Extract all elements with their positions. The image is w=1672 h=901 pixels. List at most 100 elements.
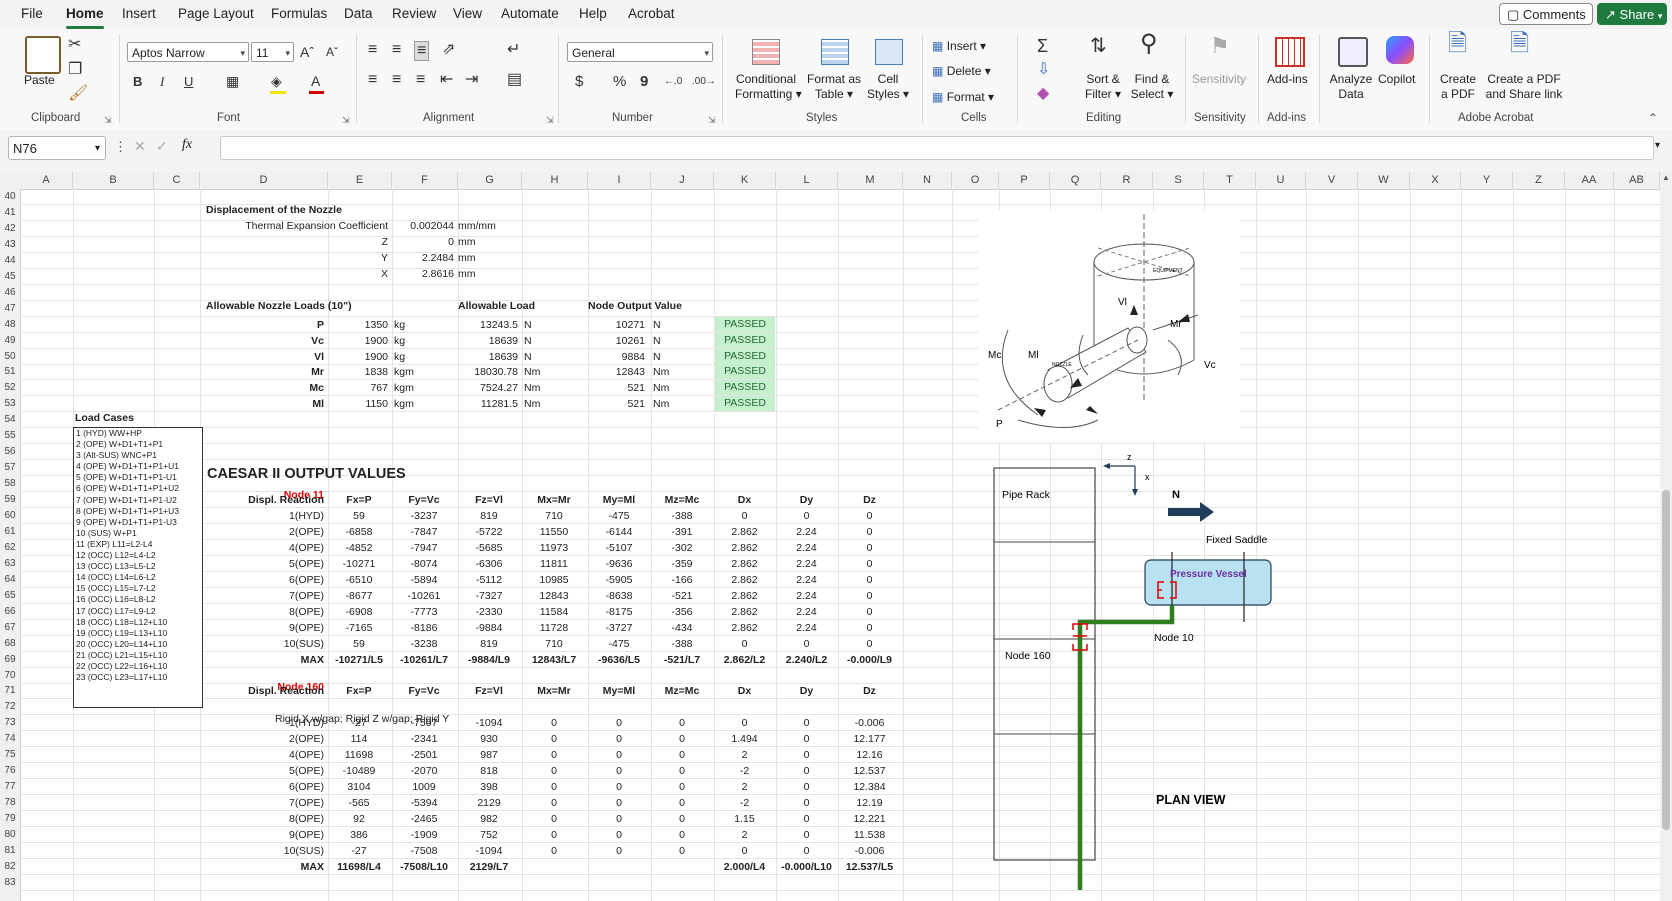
table-cell[interactable]: 2129 bbox=[458, 796, 520, 810]
allowable-title[interactable]: Allowable Nozzle Loads (10") bbox=[206, 299, 352, 313]
borders-icon[interactable]: ▦ bbox=[226, 72, 239, 90]
column-header[interactable]: R bbox=[1101, 172, 1153, 189]
table-cell[interactable]: -5894 bbox=[392, 573, 456, 587]
table-cell[interactable]: -6144 bbox=[588, 525, 650, 539]
row-header[interactable]: 68 bbox=[0, 638, 20, 649]
allowable-kg[interactable]: 1838 bbox=[328, 365, 388, 379]
row-header[interactable]: 45 bbox=[0, 271, 20, 282]
table-cell[interactable]: -8677 bbox=[328, 589, 390, 603]
sort-filter-icon[interactable]: ⇅ bbox=[1090, 36, 1107, 56]
table-cell[interactable]: -5905 bbox=[588, 573, 650, 587]
table-cell[interactable]: 0 bbox=[714, 716, 775, 730]
max-cell[interactable]: 2.000/L4 bbox=[714, 860, 775, 874]
table-cell[interactable]: -565 bbox=[328, 796, 390, 810]
table-cell[interactable]: -9884 bbox=[458, 621, 520, 635]
table-cell[interactable]: -475 bbox=[588, 509, 650, 523]
column-header[interactable]: Q bbox=[1050, 172, 1101, 189]
table-cell[interactable]: 930 bbox=[458, 732, 520, 746]
row-header[interactable]: 69 bbox=[0, 654, 20, 665]
table-cell[interactable]: 2.24 bbox=[776, 621, 837, 635]
column-label[interactable]: Fz=Vl bbox=[458, 493, 520, 507]
table-cell[interactable]: -5112 bbox=[458, 573, 520, 587]
disp-y-value[interactable]: 2.2484 bbox=[392, 251, 454, 265]
table-cell[interactable]: 11811 bbox=[522, 557, 586, 571]
table-cell[interactable]: -2501 bbox=[392, 748, 456, 762]
table-cell[interactable]: 0 bbox=[588, 796, 650, 810]
table-cell[interactable]: 1.494 bbox=[714, 732, 775, 746]
tab-help[interactable]: Help bbox=[579, 6, 607, 21]
row-header[interactable]: 63 bbox=[0, 558, 20, 569]
tab-automate[interactable]: Automate bbox=[501, 6, 559, 21]
analyze-data-icon[interactable] bbox=[1338, 37, 1368, 67]
table-cell[interactable]: 2.24 bbox=[776, 525, 837, 539]
align-right-icon[interactable]: ≡ bbox=[416, 71, 425, 89]
font-name-select[interactable]: Aptos Narrow ▾ bbox=[127, 42, 249, 62]
table-cell[interactable]: 2.24 bbox=[776, 541, 837, 555]
dialog-launcher-icon[interactable]: ⇲ bbox=[342, 115, 350, 126]
table-cell[interactable]: 2.862 bbox=[714, 541, 775, 555]
table-cell[interactable]: 2.862 bbox=[714, 557, 775, 571]
format-cells-button[interactable]: ▦ Format ▾ bbox=[932, 90, 994, 105]
table-cell[interactable]: 0 bbox=[588, 716, 650, 730]
status-badge[interactable]: PASSED bbox=[715, 364, 775, 380]
conditional-formatting-icon[interactable] bbox=[752, 39, 780, 65]
percent-button[interactable]: % bbox=[613, 73, 626, 91]
row-header[interactable]: 76 bbox=[0, 765, 20, 776]
merge-center-icon[interactable]: ▤ bbox=[507, 71, 522, 89]
max-cell[interactable]: 2129/L7 bbox=[458, 860, 520, 874]
table-cell[interactable]: 0 bbox=[522, 716, 586, 730]
table-cell[interactable]: 0 bbox=[651, 812, 713, 826]
table-cell[interactable]: 0 bbox=[651, 716, 713, 730]
table-cell[interactable]: 0 bbox=[838, 541, 901, 555]
table-cell[interactable]: -4852 bbox=[328, 541, 390, 555]
dialog-launcher-icon[interactable]: ⇲ bbox=[708, 115, 716, 126]
tab-data[interactable]: Data bbox=[344, 6, 373, 21]
fill-icon[interactable]: ⇩ bbox=[1037, 61, 1050, 79]
disp-z-unit[interactable]: mm bbox=[458, 235, 476, 249]
max-cell[interactable]: -9884/L9 bbox=[458, 653, 520, 667]
unit[interactable]: Nm bbox=[653, 381, 669, 395]
table-cell[interactable]: -27 bbox=[328, 844, 390, 858]
table-cell[interactable]: -3727 bbox=[588, 621, 650, 635]
row-header[interactable]: 57 bbox=[0, 462, 20, 473]
table-cell[interactable]: -6306 bbox=[458, 557, 520, 571]
tab-acrobat[interactable]: Acrobat bbox=[628, 6, 675, 21]
add-ins-icon[interactable] bbox=[1275, 37, 1305, 67]
table-cell[interactable]: 0 bbox=[588, 812, 650, 826]
table-cell[interactable]: -8074 bbox=[392, 557, 456, 571]
format-as-table-button[interactable]: Format as Table ▾ bbox=[806, 72, 862, 102]
row-header[interactable]: 79 bbox=[0, 813, 20, 824]
row-header[interactable]: 47 bbox=[0, 303, 20, 314]
table-cell[interactable]: -166 bbox=[651, 573, 713, 587]
column-header[interactable]: N bbox=[903, 172, 952, 189]
table-cell[interactable]: 0 bbox=[522, 780, 586, 794]
disp-x-value[interactable]: 2.8616 bbox=[392, 267, 454, 281]
table-cell[interactable]: 9(OPE) bbox=[206, 828, 324, 842]
status-badge[interactable]: PASSED bbox=[715, 348, 775, 364]
column-label[interactable]: Dx bbox=[714, 684, 775, 698]
column-header[interactable]: J bbox=[651, 172, 714, 189]
table-cell[interactable]: 0 bbox=[776, 796, 837, 810]
autosum-icon[interactable]: Σ bbox=[1037, 37, 1048, 55]
copilot-button[interactable]: Copilot bbox=[1378, 72, 1415, 87]
table-cell[interactable]: -8175 bbox=[588, 605, 650, 619]
row-header[interactable]: 73 bbox=[0, 717, 20, 728]
table-cell[interactable]: 92 bbox=[328, 812, 390, 826]
collapse-ribbon-icon[interactable]: ⌃ bbox=[1648, 111, 1658, 125]
row-header[interactable]: 64 bbox=[0, 574, 20, 585]
table-cell[interactable]: -8186 bbox=[392, 621, 456, 635]
italic-button[interactable]: I bbox=[160, 73, 164, 91]
column-header[interactable]: Z bbox=[1513, 172, 1565, 189]
column-header[interactable]: V bbox=[1306, 172, 1358, 189]
table-cell[interactable]: 0 bbox=[776, 844, 837, 858]
table-cell[interactable]: -6858 bbox=[328, 525, 390, 539]
table-cell[interactable]: -2330 bbox=[458, 605, 520, 619]
table-cell[interactable]: 2(OPE) bbox=[206, 732, 324, 746]
row-header[interactable]: 75 bbox=[0, 749, 20, 760]
table-cell[interactable]: -388 bbox=[651, 637, 713, 651]
table-cell[interactable]: -5394 bbox=[392, 796, 456, 810]
table-cell[interactable]: 0 bbox=[776, 509, 837, 523]
load-cases-box[interactable]: 1 (HYD) WW+HP 2 (OPE) W+D1+T1+P1 3 (Alt-SU… bbox=[73, 427, 203, 708]
table-cell[interactable]: 0 bbox=[776, 732, 837, 746]
copy-icon[interactable]: ❐ bbox=[68, 61, 82, 79]
